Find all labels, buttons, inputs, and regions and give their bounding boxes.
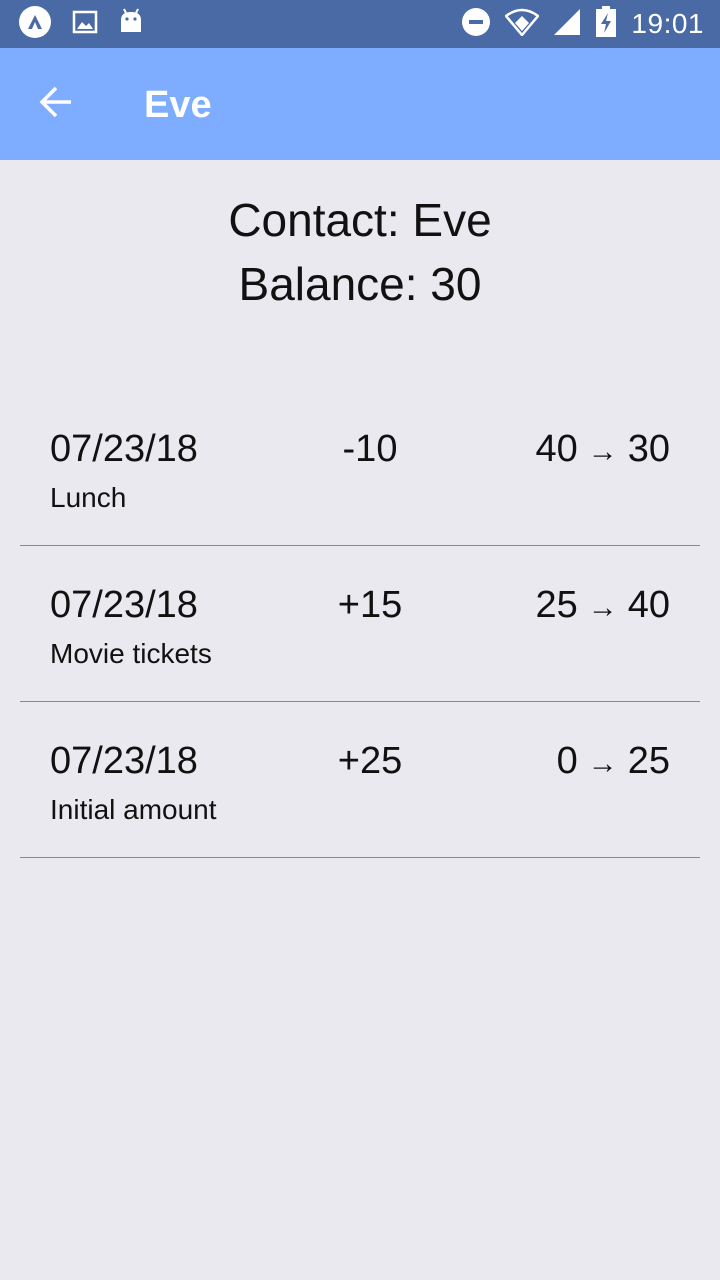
arrow-right-icon: → bbox=[587, 435, 618, 468]
do-not-disturb-icon bbox=[461, 7, 491, 42]
app-icon bbox=[18, 5, 52, 44]
transaction-balance-change: 40 → 30 bbox=[535, 428, 670, 471]
balance-to: 25 bbox=[627, 740, 670, 782]
transaction-description: Movie tickets bbox=[50, 638, 212, 669]
transaction-date: 07/23/18 bbox=[50, 740, 198, 782]
transaction-amount: +25 bbox=[337, 740, 403, 782]
balance-to: 30 bbox=[627, 428, 670, 470]
arrow-right-icon: → bbox=[587, 747, 618, 780]
image-icon bbox=[72, 9, 98, 40]
contact-balance: Balance: 30 bbox=[238, 258, 482, 310]
transaction-list: 07/23/18 Lunch -10 40 → 30 07/23/18 Movie … bbox=[20, 390, 700, 858]
transaction-row[interactable]: 07/23/18 Lunch -10 40 → 30 bbox=[20, 390, 700, 546]
transaction-description: Initial amount bbox=[50, 794, 217, 825]
android-icon bbox=[118, 8, 144, 41]
battery-charging-icon bbox=[595, 5, 617, 43]
status-bar-system: 19:01 bbox=[461, 5, 704, 43]
contact-name: Contact: Eve bbox=[228, 194, 492, 246]
transaction-date: 07/23/18 bbox=[50, 584, 198, 626]
arrow-left-icon bbox=[38, 84, 74, 125]
back-button[interactable] bbox=[26, 78, 86, 130]
balance-from: 0 bbox=[556, 740, 578, 782]
app-bar: Eve bbox=[0, 48, 720, 160]
status-bar-notifications bbox=[18, 5, 144, 44]
signal-icon bbox=[553, 8, 581, 41]
contact-summary: Contact: Eve Balance: 30 bbox=[0, 188, 720, 316]
balance-to: 40 bbox=[627, 584, 670, 626]
page-title: Eve bbox=[144, 84, 212, 126]
transaction-row[interactable]: 07/23/18 Initial amount +25 0 → 25 bbox=[20, 702, 700, 858]
status-bar-time: 19:01 bbox=[631, 8, 704, 39]
transaction-balance-change: 0 → 25 bbox=[557, 740, 670, 783]
transaction-date: 07/23/18 bbox=[50, 428, 198, 470]
transaction-description: Lunch bbox=[50, 482, 127, 513]
balance-from: 25 bbox=[535, 584, 578, 626]
transaction-row[interactable]: 07/23/18 Movie tickets +15 25 → 40 bbox=[20, 546, 700, 702]
transaction-amount: -10 bbox=[342, 428, 398, 470]
transaction-amount: +15 bbox=[337, 584, 403, 626]
arrow-right-icon: → bbox=[587, 591, 618, 624]
status-bar: 19:01 bbox=[0, 0, 720, 48]
balance-from: 40 bbox=[535, 428, 578, 470]
transaction-balance-change: 25 → 40 bbox=[535, 584, 670, 627]
wifi-icon bbox=[504, 8, 541, 41]
